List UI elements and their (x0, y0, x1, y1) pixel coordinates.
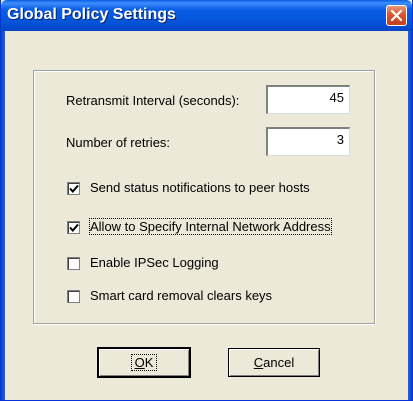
close-button[interactable] (386, 5, 407, 26)
cancel-label-rest: ancel (263, 355, 295, 370)
window-title: Global Policy Settings (7, 6, 176, 23)
checkmark-icon (69, 184, 79, 193)
smart-card-removal-label: Smart card removal clears keys (90, 288, 273, 303)
allow-internal-network-address-label: Allow to Specify Internal Network Addres… (89, 218, 332, 235)
send-status-notifications-label: Send status notifications to peer hosts (90, 180, 310, 195)
window-frame-left (1, 31, 5, 400)
title-bar[interactable]: Global Policy Settings (1, 0, 412, 31)
ok-button[interactable]: OK (97, 347, 191, 378)
checkmark-icon (69, 223, 79, 232)
enable-ipsec-logging-checkbox[interactable] (67, 257, 80, 270)
retransmit-interval-input[interactable]: 45 (266, 85, 350, 114)
ok-mnemonic: O (134, 355, 145, 370)
cancel-button-label: Cancel (251, 355, 297, 370)
allow-internal-network-address-checkbox[interactable] (67, 221, 80, 234)
ok-button-label: OK (130, 354, 158, 371)
number-of-retries-input[interactable]: 3 (266, 127, 350, 156)
ok-label-rest: K (144, 355, 154, 370)
global-policy-settings-dialog: Global Policy Settings Retransmit Interv… (0, 0, 413, 401)
smart-card-removal-checkbox[interactable] (67, 290, 80, 303)
number-of-retries-label: Number of retries: (66, 135, 171, 150)
send-status-notifications-checkbox[interactable] (67, 182, 80, 195)
retransmit-interval-label: Retransmit Interval (seconds): (66, 93, 240, 108)
window-frame-right (408, 31, 412, 400)
cancel-mnemonic: C (253, 355, 264, 370)
close-x-icon (390, 9, 403, 22)
enable-ipsec-logging-label: Enable IPSec Logging (90, 255, 219, 270)
cancel-button[interactable]: Cancel (228, 348, 320, 377)
